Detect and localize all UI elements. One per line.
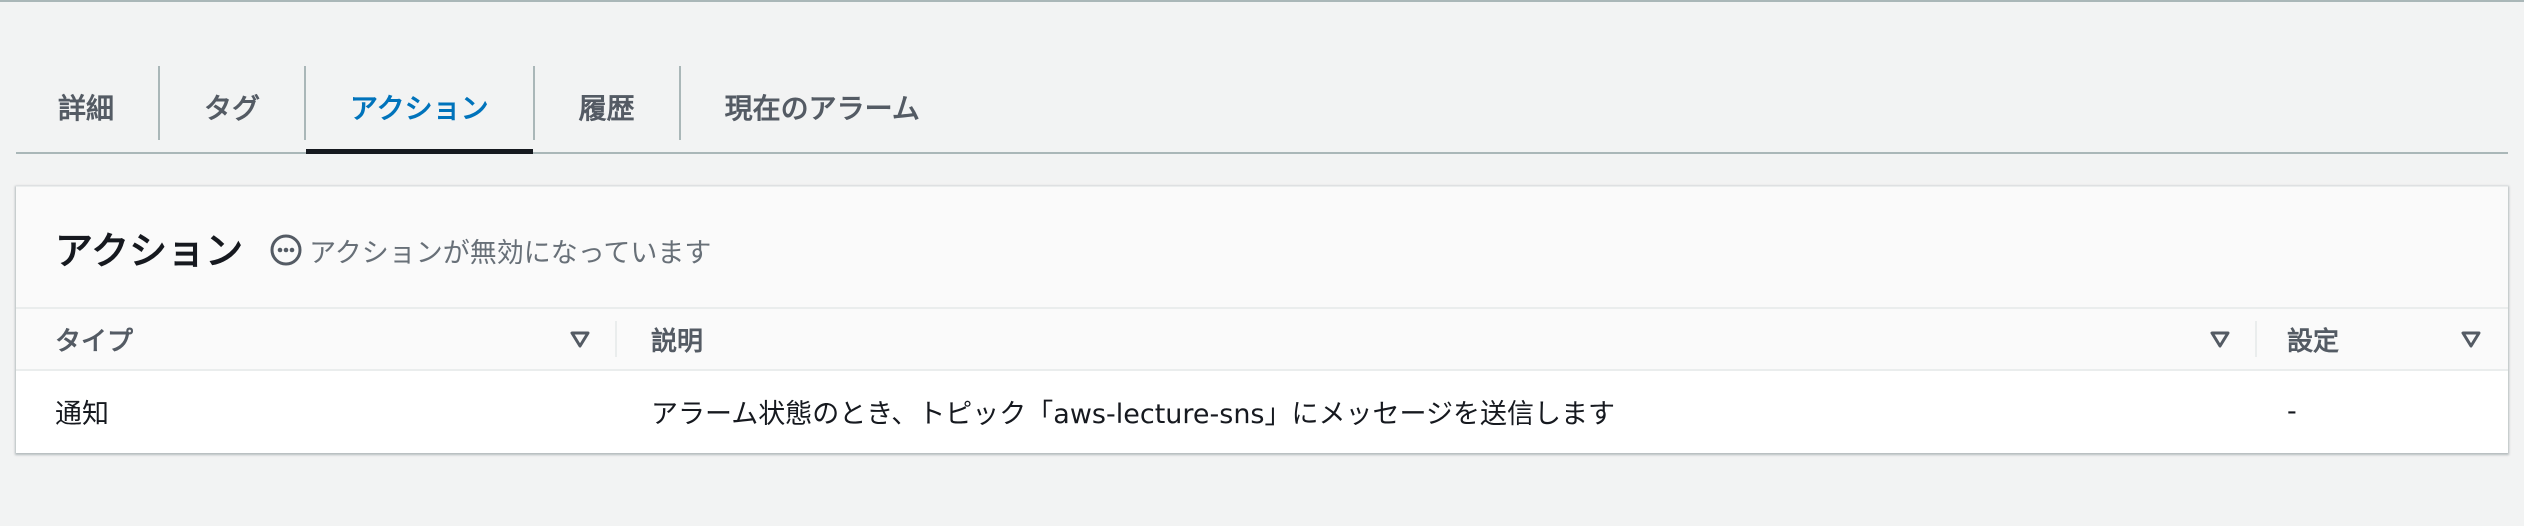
column-header-settings[interactable]: 設定 <box>2257 309 2508 369</box>
sort-down-icon[interactable] <box>569 328 591 350</box>
actions-panel: アクション アクションが無効になっています タイプ 説明 設定 通知 アラーム状… <box>16 186 2508 453</box>
tab-history[interactable]: 履歴 <box>535 62 679 152</box>
cell-description: アラーム状態のとき、トピック「aws-lecture-sns」にメッセージを送信… <box>651 398 1615 430</box>
tab-tags[interactable]: タグ <box>160 62 304 152</box>
sort-down-icon[interactable] <box>2209 328 2231 350</box>
table-header: タイプ 説明 設定 <box>16 309 2508 371</box>
cell-settings: - <box>2287 395 2297 427</box>
status-text: アクションが無効になっています <box>309 237 712 269</box>
panel-title: アクション <box>55 228 244 273</box>
column-header-label: 説明 <box>651 326 704 357</box>
table-row: 通知 アラーム状態のとき、トピック「aws-lecture-sns」にメッセージ… <box>16 371 2508 451</box>
column-header-description[interactable]: 説明 <box>617 309 2257 369</box>
cell-type: 通知 <box>55 398 109 430</box>
column-header-label: 設定 <box>2287 326 2340 357</box>
sort-down-icon[interactable] <box>2460 328 2482 350</box>
tab-bar: 詳細 タグ アクション 履歴 現在のアラーム <box>16 62 2508 154</box>
tab-current-alarms[interactable]: 現在のアラーム <box>681 62 964 152</box>
column-header-label: タイプ <box>55 326 134 357</box>
column-header-type[interactable]: タイプ <box>16 309 617 369</box>
panel-header: アクション アクションが無効になっています <box>16 187 2508 309</box>
tab-details[interactable]: 詳細 <box>16 62 158 152</box>
top-divider <box>0 0 2524 2</box>
tab-actions[interactable]: アクション <box>306 62 533 154</box>
actions-status: アクションが無効になっています <box>269 231 711 270</box>
ellipsis-circle-icon <box>269 233 303 267</box>
